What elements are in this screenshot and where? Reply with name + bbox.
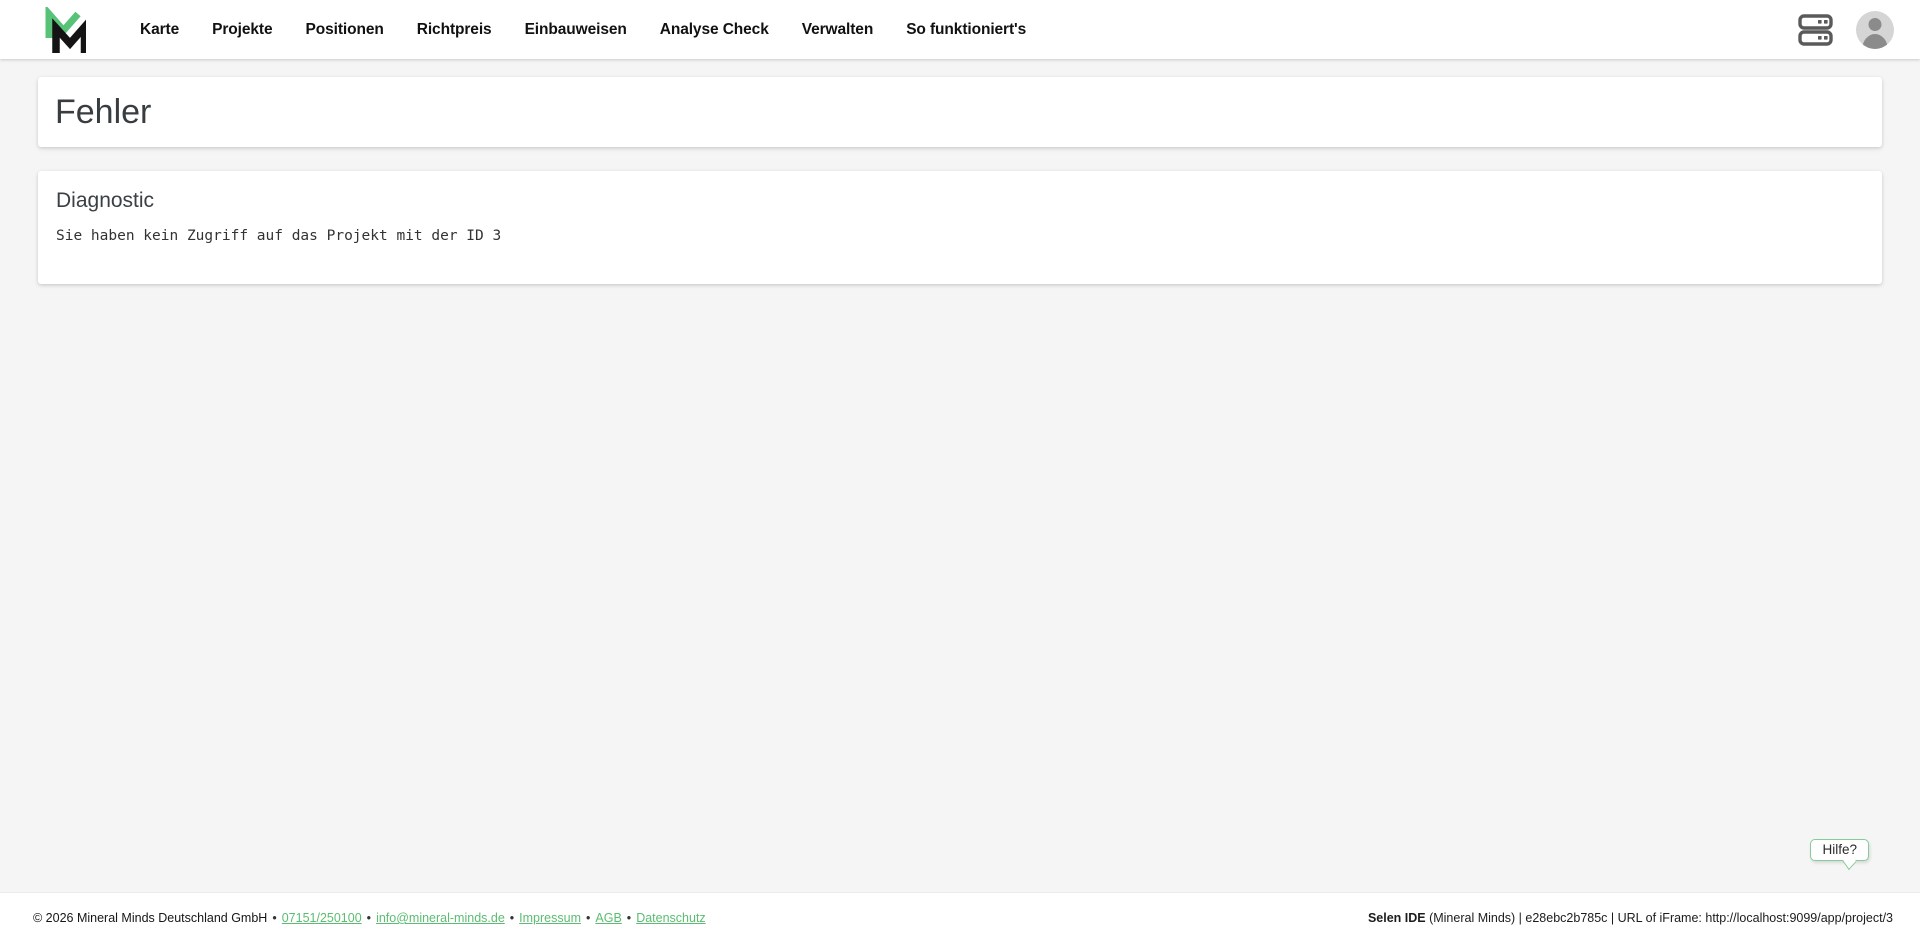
server-icon[interactable] bbox=[1798, 13, 1833, 47]
footer-link-agb[interactable]: AGB bbox=[595, 911, 621, 925]
avatar-shoulders-shape bbox=[1862, 33, 1888, 49]
ide-name: Selen IDE bbox=[1367, 911, 1426, 925]
error-panel: Fehler bbox=[38, 77, 1882, 147]
nav-item-positionen[interactable]: Positionen bbox=[306, 21, 384, 39]
nav-item-analyse-check[interactable]: Analyse Check bbox=[660, 21, 769, 39]
nav-item-verwalten[interactable]: Verwalten bbox=[802, 21, 874, 39]
footer-separator: • bbox=[586, 911, 591, 925]
diagnostic-heading: Diagnostic bbox=[56, 189, 155, 212]
avatar-head-shape bbox=[1868, 17, 1882, 31]
system-info-text: (Mineral Minds) | e28ebc2b785c | URL of … bbox=[1425, 911, 1893, 925]
nav-item-einbauweisen[interactable]: Einbauweisen bbox=[525, 21, 627, 39]
nav-item-karte[interactable]: Karte bbox=[140, 21, 179, 39]
footer-separator: • bbox=[272, 911, 277, 925]
mineral-minds-logo[interactable] bbox=[42, 6, 86, 53]
top-navbar: Karte Projekte Positionen Richtpreis Ein… bbox=[0, 0, 1920, 59]
footer-link-impressum[interactable]: Impressum bbox=[519, 911, 581, 925]
footer-separator: • bbox=[366, 911, 372, 925]
copyright-text: © 2026 Mineral Minds Deutschland GmbH bbox=[33, 911, 268, 925]
page-footer: © 2026 Mineral Minds Deutschland GmbH • … bbox=[0, 892, 1920, 943]
nav-item-projekte[interactable]: Projekte bbox=[212, 21, 272, 39]
help-button[interactable]: Hilfe? bbox=[1810, 839, 1869, 861]
footer-link-datenschutz[interactable]: Datenschutz bbox=[636, 911, 705, 925]
footer-separator: • bbox=[509, 911, 515, 925]
footer-link-phone[interactable]: 07151/250100 bbox=[282, 911, 362, 925]
page-title: Fehler bbox=[55, 93, 152, 131]
footer-system-info: Selen IDE (Mineral Minds) | e28ebc2b785c… bbox=[1368, 911, 1893, 925]
footer-left: © 2026 Mineral Minds Deutschland GmbH • … bbox=[33, 911, 706, 925]
nav-item-so-funktionierts[interactable]: So funktioniert's bbox=[906, 21, 1026, 39]
footer-separator: • bbox=[626, 911, 632, 925]
main-content: Fehler Diagnostic Sie haben kein Zugriff… bbox=[0, 59, 1920, 892]
navbar-right-icons bbox=[1798, 10, 1894, 49]
footer-link-email[interactable]: info@mineral-minds.de bbox=[376, 911, 505, 925]
user-avatar-icon[interactable] bbox=[1856, 10, 1894, 49]
nav-item-richtpreis[interactable]: Richtpreis bbox=[417, 21, 492, 39]
diagnostic-message: Sie haben kein Zugriff auf das Projekt m… bbox=[56, 228, 502, 244]
diagnostic-panel: Diagnostic Sie haben kein Zugriff auf da… bbox=[38, 171, 1882, 284]
main-navigation: Karte Projekte Positionen Richtpreis Ein… bbox=[140, 21, 1026, 39]
